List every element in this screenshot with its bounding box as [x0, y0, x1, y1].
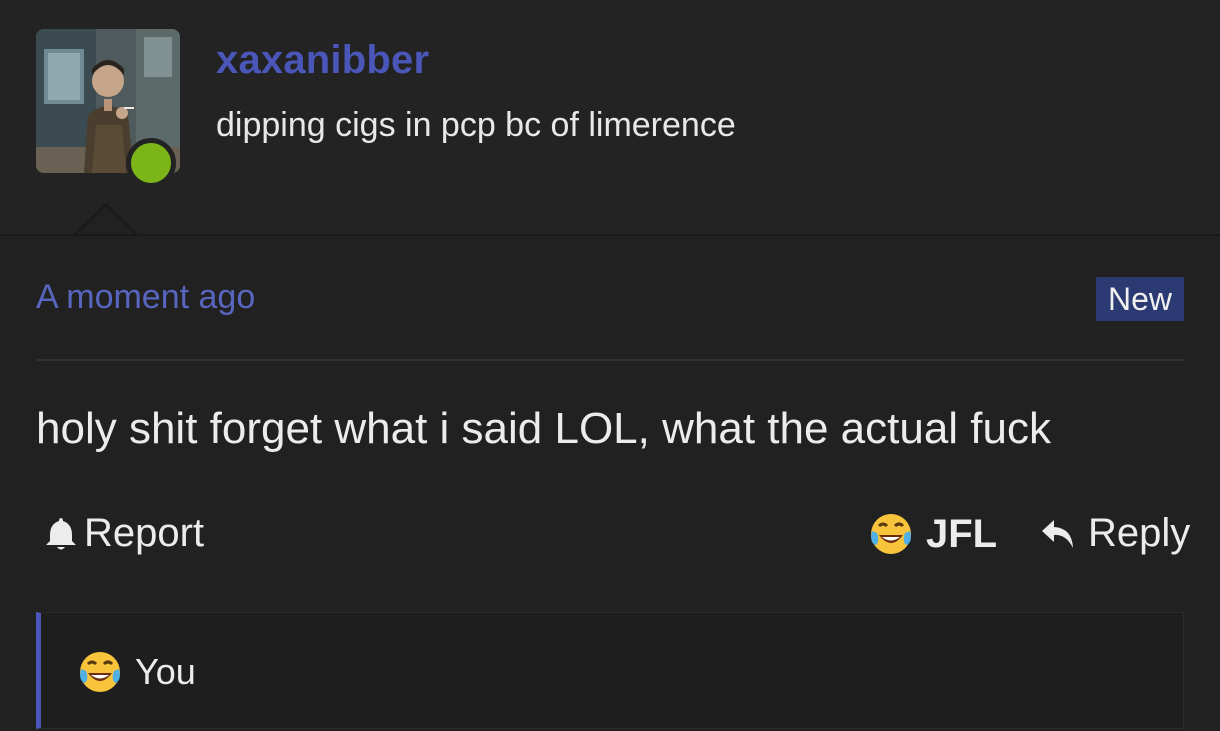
- user-title: dipping cigs in pcp bc of limerence: [216, 106, 736, 144]
- post-pointer-arrow: [73, 203, 139, 236]
- face-with-tears-of-joy-icon: [871, 514, 911, 554]
- reply-button[interactable]: Reply: [1040, 511, 1190, 556]
- report-label: Report: [84, 511, 205, 555]
- username-link[interactable]: xaxanibber: [216, 38, 429, 83]
- report-button[interactable]: Report: [44, 511, 204, 556]
- reaction-user-label: You: [135, 651, 196, 692]
- reply-label: Reply: [1088, 511, 1191, 555]
- page: xaxanibber dipping cigs in pcp bc of lim…: [0, 0, 1220, 731]
- reactions-summary: You: [36, 612, 1184, 729]
- bell-icon: [46, 517, 76, 549]
- post-timestamp[interactable]: A moment ago: [36, 278, 255, 317]
- face-with-tears-of-joy-icon: [80, 652, 120, 692]
- post-divider: [36, 359, 1184, 361]
- jfl-label: JFL: [926, 511, 998, 556]
- reaction-item[interactable]: You: [77, 649, 196, 695]
- new-badge: New: [1096, 277, 1184, 321]
- post-content: holy shit forget what i said LOL, what t…: [36, 404, 1051, 453]
- post-card: A moment ago New holy shit forget what i…: [0, 234, 1220, 731]
- reply-arrow-icon: [1042, 519, 1073, 548]
- jfl-reaction-button[interactable]: JFL: [868, 511, 997, 557]
- user-header: xaxanibber dipping cigs in pcp bc of lim…: [0, 0, 1220, 236]
- online-status-indicator: [126, 138, 176, 188]
